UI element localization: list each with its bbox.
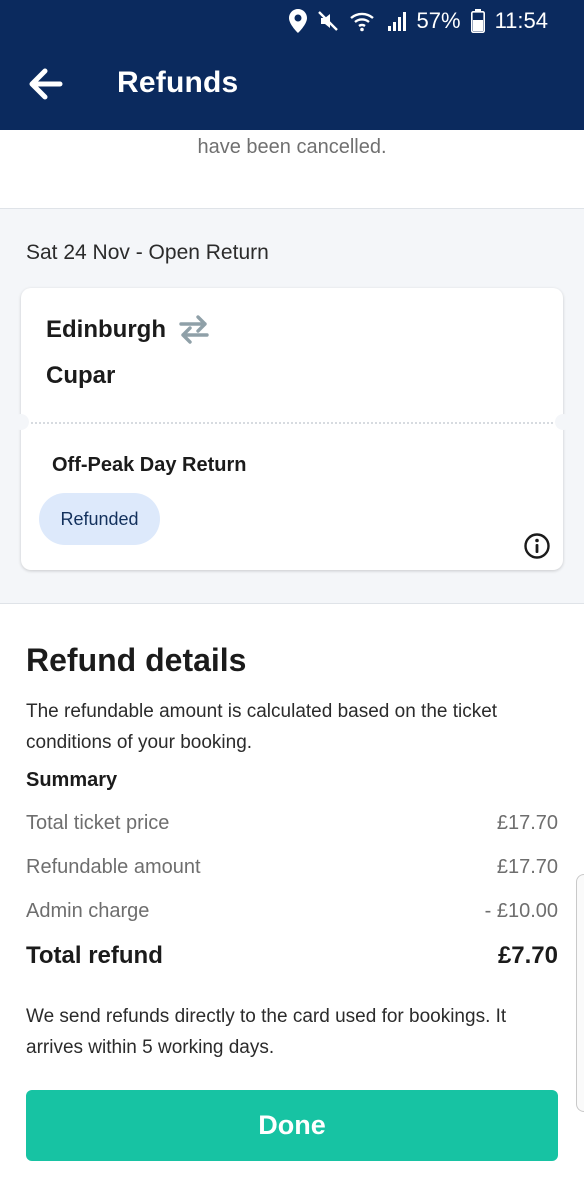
location-icon: [288, 9, 307, 33]
battery-percent: 57%: [416, 8, 461, 33]
return-arrows-icon: [179, 315, 209, 344]
ticket-type: Off-Peak Day Return: [52, 454, 247, 476]
ticket-notch-right: [555, 414, 571, 430]
summary-row-value: - £10.00: [484, 900, 558, 922]
summary-row: Admin charge - £10.00: [26, 900, 558, 923]
info-icon[interactable]: [523, 532, 551, 560]
total-refund-row: Total refund £7.70: [26, 942, 558, 970]
summary-row-value: £17.70: [496, 812, 558, 834]
summary-label: Summary: [26, 769, 118, 791]
ticket-divider: [31, 422, 553, 424]
signal-icon: [387, 12, 406, 31]
app-bar: 57% 11:54 Refunds: [0, 0, 584, 130]
summary-row-label: Refundable amount: [26, 856, 201, 878]
summary-row: Refundable amount £17.70: [26, 856, 558, 879]
summary-row-label: Total ticket price: [26, 812, 170, 834]
refund-details-title: Refund details: [26, 642, 247, 678]
status-badge: Refunded: [39, 493, 160, 545]
cancellation-notice: have been cancelled.: [0, 130, 584, 208]
total-refund-label: Total refund: [26, 942, 163, 969]
battery-icon: [470, 9, 485, 33]
origin-station: Edinburgh: [46, 316, 166, 343]
status-bar: 57% 11:54: [288, 6, 548, 36]
wifi-icon: [349, 12, 374, 32]
refund-details-description: The refundable amount is calculated base…: [26, 701, 498, 753]
back-arrow-icon[interactable]: [28, 66, 64, 102]
summary-row-value: £17.70: [496, 856, 558, 878]
journey-section: Sat 24 Nov - Open Return Edinburgh Cupar…: [0, 208, 584, 604]
summary-row-label: Admin charge: [26, 900, 150, 922]
clock: 11:54: [494, 8, 548, 33]
ticket-notch-left: [13, 414, 29, 430]
ticket-card: Edinburgh Cupar Off-Peak Day Return Refu…: [13, 288, 571, 570]
refund-note: We send refunds directly to the card use…: [26, 1006, 507, 1058]
summary-row: Total ticket price £17.70: [26, 812, 558, 835]
done-button[interactable]: Done: [26, 1090, 558, 1161]
journey-date: Sat 24 Nov - Open Return: [26, 241, 269, 264]
cancellation-notice-text: have been cancelled.: [197, 136, 387, 158]
total-refund-value: £7.70: [497, 942, 558, 969]
destination-station: Cupar: [46, 362, 116, 389]
edge-panel-handle[interactable]: [576, 874, 584, 1112]
mute-icon: [317, 11, 338, 31]
page-title: Refunds: [117, 66, 239, 99]
